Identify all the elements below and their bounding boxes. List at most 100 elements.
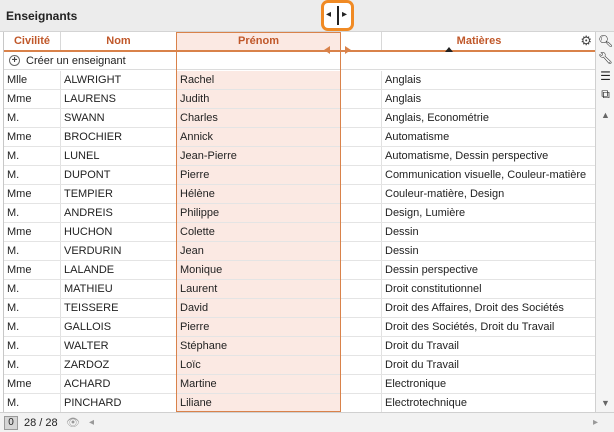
horizontal-scroll-right-icon[interactable]: ▸: [593, 417, 598, 428]
cell-civilite[interactable]: Mme: [4, 128, 61, 146]
cell-civilite[interactable]: Mme: [4, 185, 61, 203]
cell-prenom[interactable]: Loïc: [177, 356, 341, 374]
cell-matieres[interactable]: Droit du Travail: [382, 337, 595, 355]
table-row[interactable]: M. DUPONT Pierre Communication visuelle, Co…: [4, 166, 595, 185]
cell-matieres[interactable]: Droit du Travail: [382, 356, 595, 374]
cell-civilite[interactable]: Mme: [4, 90, 61, 108]
cell-civilite[interactable]: Mme: [4, 261, 61, 279]
table-row[interactable]: M. LUNEL Jean-Pierre Automatisme, Dessin pe…: [4, 147, 595, 166]
cell-civilite[interactable]: Mme: [4, 375, 61, 393]
cell-civilite[interactable]: M.: [4, 356, 61, 374]
cell-nom[interactable]: TEMPIER: [61, 185, 177, 203]
cell-prenom[interactable]: Charles: [177, 109, 341, 127]
cell-civilite[interactable]: M.: [4, 147, 61, 165]
cell-matieres[interactable]: Droit constitutionnel: [382, 280, 595, 298]
column-header-prenom[interactable]: Prénom: [177, 32, 341, 50]
cell-civilite[interactable]: Mme: [4, 223, 61, 241]
cell-nom[interactable]: ACHARD: [61, 375, 177, 393]
table-row[interactable]: Mme ACHARD Martine Electronique: [4, 375, 595, 394]
cell-nom[interactable]: ANDREIS: [61, 204, 177, 222]
cell-prenom[interactable]: Rachel: [177, 71, 341, 89]
cell-civilite[interactable]: M.: [4, 242, 61, 260]
table-row[interactable]: Mme HUCHON Colette Dessin: [4, 223, 595, 242]
scroll-left-arrow-icon[interactable]: [324, 46, 330, 54]
cell-civilite[interactable]: M.: [4, 109, 61, 127]
cell-prenom[interactable]: David: [177, 299, 341, 317]
table-row[interactable]: M. GALLOIS Pierre Droit des Sociétés, Droit…: [4, 318, 595, 337]
gear-icon[interactable]: ⚙: [580, 34, 592, 48]
cell-nom[interactable]: ALWRIGHT: [61, 71, 177, 89]
table-row[interactable]: Mme LAURENS Judith Anglais: [4, 90, 595, 109]
wrench-icon[interactable]: 🔧︎: [598, 51, 613, 66]
cell-nom[interactable]: MATHIEU: [61, 280, 177, 298]
cell-civilite[interactable]: M.: [4, 299, 61, 317]
table-row[interactable]: M. ANDREIS Philippe Design, Lumière: [4, 204, 595, 223]
cell-prenom[interactable]: Pierre: [177, 166, 341, 184]
cell-matieres[interactable]: Dessin perspective: [382, 261, 595, 279]
cell-prenom[interactable]: Monique: [177, 261, 341, 279]
cell-matieres[interactable]: Communication visuelle, Couleur-matière: [382, 166, 595, 184]
cell-matieres[interactable]: Anglais, Econométrie: [382, 109, 595, 127]
cell-civilite[interactable]: Mlle: [4, 71, 61, 89]
cell-prenom[interactable]: Stéphane: [177, 337, 341, 355]
scroll-down-arrow-icon[interactable]: ▼: [598, 398, 613, 408]
table-row[interactable]: M. TEISSERE David Droit des Affaires, Droit…: [4, 299, 595, 318]
table-row[interactable]: M. MATHIEU Laurent Droit constitutionnel: [4, 280, 595, 299]
cell-matieres[interactable]: Automatisme, Dessin perspective: [382, 147, 595, 165]
cell-matieres[interactable]: Design, Lumière: [382, 204, 595, 222]
table-row[interactable]: Mme LALANDE Monique Dessin perspective: [4, 261, 595, 280]
cell-civilite[interactable]: M.: [4, 337, 61, 355]
vertical-scrollbar[interactable]: [601, 122, 609, 395]
table-row[interactable]: M. WALTER Stéphane Droit du Travail: [4, 337, 595, 356]
cell-prenom[interactable]: Judith: [177, 90, 341, 108]
cell-nom[interactable]: GALLOIS: [61, 318, 177, 336]
cell-nom[interactable]: SWANN: [61, 109, 177, 127]
table-row[interactable]: Mme TEMPIER Hélène Couleur-matière, Design: [4, 185, 595, 204]
eye-icon[interactable]: 👁︎: [66, 416, 80, 429]
cell-matieres[interactable]: Automatisme: [382, 128, 595, 146]
table-row[interactable]: M. VERDURIN Jean Dessin: [4, 242, 595, 261]
table-row[interactable]: Mme BROCHIER Annick Automatisme: [4, 128, 595, 147]
cell-nom[interactable]: LALANDE: [61, 261, 177, 279]
table-row[interactable]: M. SWANN Charles Anglais, Econométrie: [4, 109, 595, 128]
create-teacher-row[interactable]: + Créer un enseignant: [4, 52, 595, 70]
cell-prenom[interactable]: Pierre: [177, 318, 341, 336]
search-icon[interactable]: 🔍︎: [598, 34, 613, 49]
column-header-civilite[interactable]: Civilité: [4, 32, 61, 50]
cell-nom[interactable]: LUNEL: [61, 147, 177, 165]
table-row[interactable]: Mlle ALWRIGHT Rachel Anglais: [4, 71, 595, 90]
cell-nom[interactable]: PINCHARD: [61, 394, 177, 412]
cell-civilite[interactable]: M.: [4, 204, 61, 222]
cell-prenom[interactable]: Philippe: [177, 204, 341, 222]
cell-matieres[interactable]: Anglais: [382, 71, 595, 89]
cell-matieres[interactable]: Anglais: [382, 90, 595, 108]
cell-nom[interactable]: HUCHON: [61, 223, 177, 241]
cell-prenom[interactable]: Liliane: [177, 394, 341, 412]
cell-matieres[interactable]: Droit des Affaires, Droit des Sociétés: [382, 299, 595, 317]
column-header-matieres[interactable]: Matières: [382, 32, 576, 52]
cell-matieres[interactable]: Dessin: [382, 223, 595, 241]
cell-matieres[interactable]: Electrotechnique: [382, 394, 595, 412]
cell-nom[interactable]: VERDURIN: [61, 242, 177, 260]
table-row[interactable]: M. PINCHARD Liliane Electrotechnique: [4, 394, 595, 412]
cell-civilite[interactable]: M.: [4, 394, 61, 412]
cell-nom[interactable]: BROCHIER: [61, 128, 177, 146]
cell-nom[interactable]: WALTER: [61, 337, 177, 355]
horizontal-scroll-left-icon[interactable]: ◂: [89, 417, 94, 428]
cell-prenom[interactable]: Martine: [177, 375, 341, 393]
cell-prenom[interactable]: Jean-Pierre: [177, 147, 341, 165]
cell-civilite[interactable]: M.: [4, 318, 61, 336]
scroll-right-arrow-icon[interactable]: [345, 46, 351, 54]
cell-matieres[interactable]: Dessin: [382, 242, 595, 260]
cell-nom[interactable]: TEISSERE: [61, 299, 177, 317]
cell-prenom[interactable]: Jean: [177, 242, 341, 260]
scroll-up-arrow-icon[interactable]: ▲: [598, 110, 613, 120]
cell-matieres[interactable]: Couleur-matière, Design: [382, 185, 595, 203]
cell-prenom[interactable]: Colette: [177, 223, 341, 241]
cell-prenom[interactable]: Hélène: [177, 185, 341, 203]
cell-nom[interactable]: DUPONT: [61, 166, 177, 184]
list-icon[interactable]: ☰: [598, 69, 613, 84]
column-resize-icon[interactable]: ◂ ▸: [321, 0, 354, 31]
copy-icon[interactable]: ⧉: [598, 87, 613, 102]
cell-civilite[interactable]: M.: [4, 280, 61, 298]
